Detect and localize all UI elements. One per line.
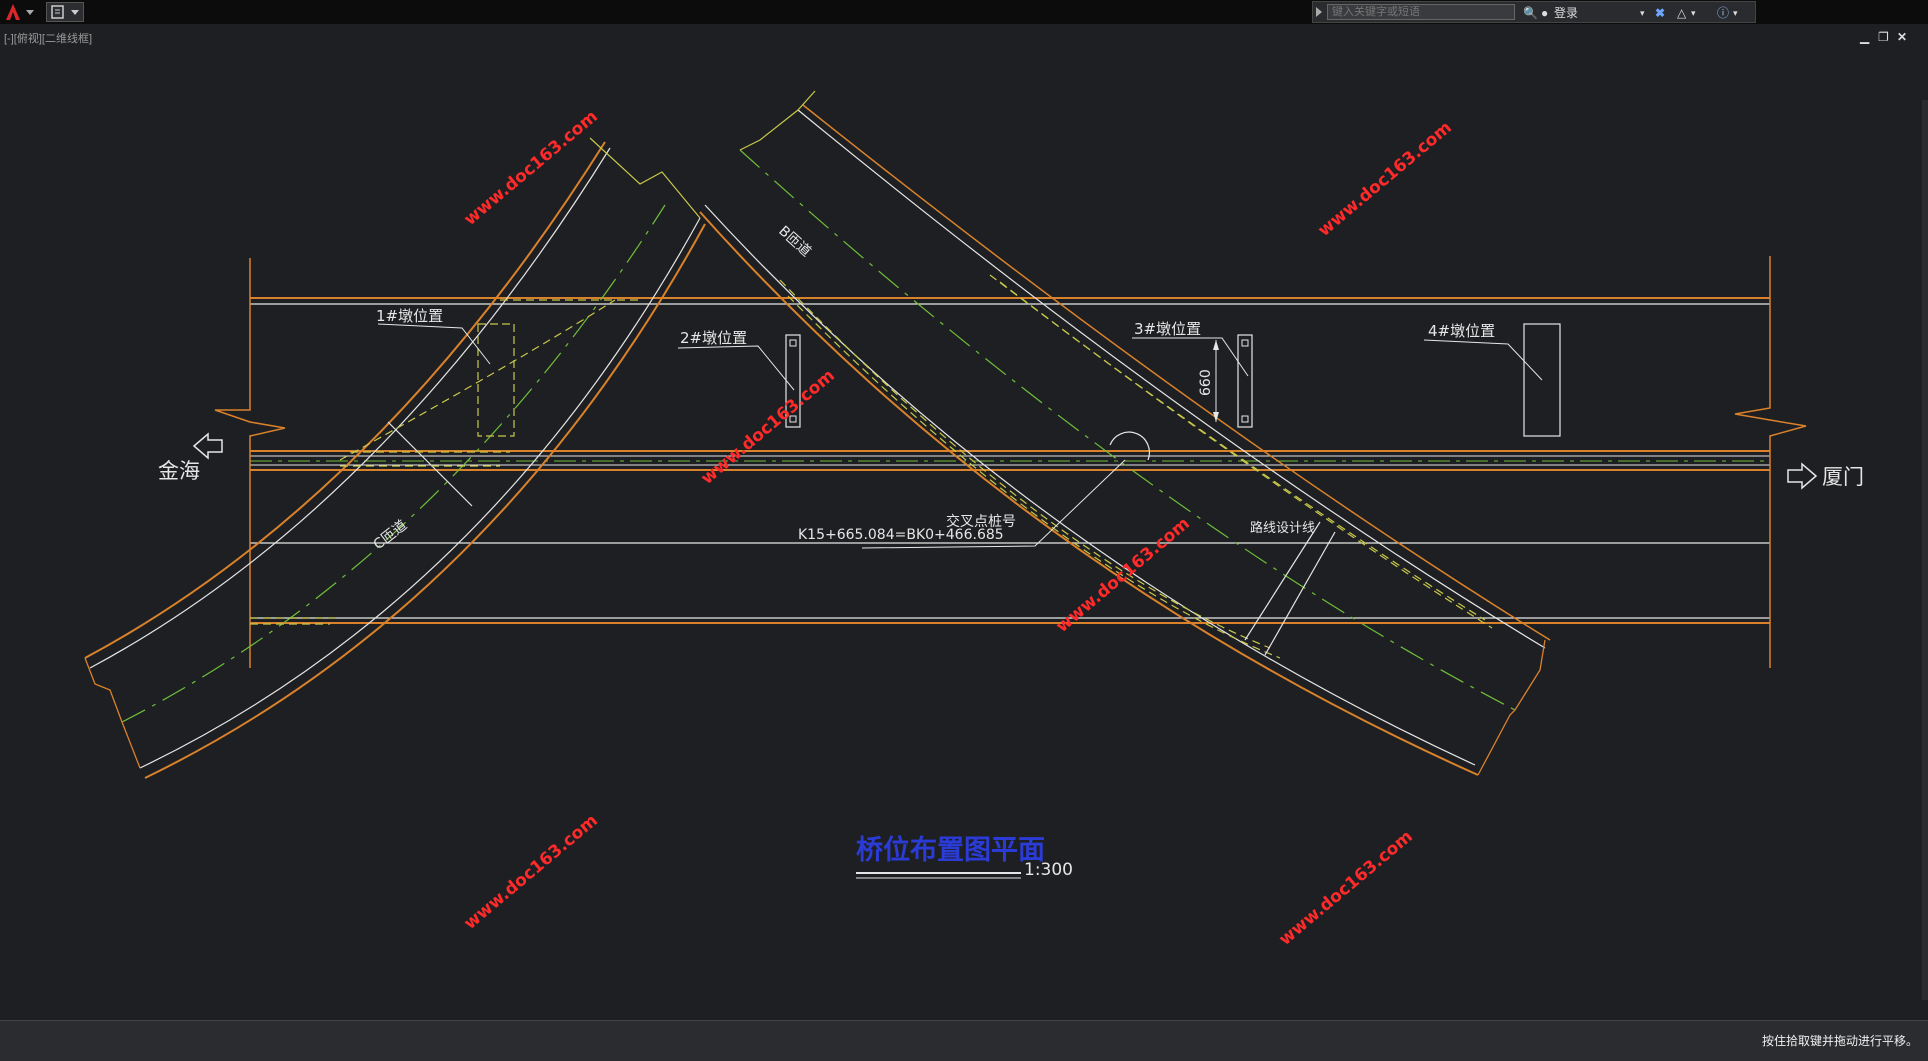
login-label[interactable]: 登录	[1554, 5, 1578, 21]
document-edit-icon	[51, 5, 79, 19]
drawing-scale: 1:300	[1024, 860, 1073, 880]
pier-3-label: 3#墩位置	[1134, 320, 1201, 338]
pier-4-label: 4#墩位置	[1428, 322, 1495, 340]
ramp-c	[84, 137, 706, 779]
pier-1	[377, 323, 515, 437]
stay-connected-icon[interactable]: △	[1677, 5, 1686, 21]
direction-right-label: 厦门	[1822, 465, 1864, 489]
autocad-logo-icon	[6, 4, 34, 20]
pier-1-label: 1#墩位置	[376, 307, 443, 325]
dropdown-arrow-icon[interactable]: ▾	[1733, 5, 1738, 21]
main-road	[214, 256, 1807, 668]
arrow-left-icon	[192, 432, 223, 460]
status-hint: 按住拾取键并拖动进行平移。	[1761, 1034, 1918, 1048]
arrow-right-icon	[1787, 462, 1818, 490]
search-input[interactable]	[1327, 4, 1515, 20]
route-line-label: 路线设计线	[1250, 520, 1315, 536]
quick-access-toolbar-button[interactable]	[46, 2, 84, 22]
pier-3	[1132, 334, 1253, 428]
pier-4	[1423, 323, 1561, 437]
dimension-660: 660	[1198, 369, 1214, 396]
title-bar: 🔍 ● 登录 ▾ ✖ △ ▾ ⓘ ▾	[0, 0, 1928, 24]
ramp-b-label: B匝道	[775, 223, 814, 260]
watermark: www.doc163.com	[1314, 118, 1455, 241]
station-label: K15+665.084=BK0+466.685	[798, 527, 1004, 543]
watermark: www.doc163.com	[460, 107, 601, 230]
watermark: www.doc163.com	[460, 811, 601, 934]
drawing-canvas[interactable]: 1#墩位置 2#墩位置 3#墩位置 4#墩位置 660 C匝道 B匝道 金海 厦…	[0, 24, 1928, 1020]
application-menu-button[interactable]	[2, 2, 42, 22]
help-icon[interactable]: ⓘ	[1717, 5, 1729, 21]
infocenter-bar: 🔍 ● 登录 ▾ ✖ △ ▾ ⓘ ▾	[1312, 1, 1756, 23]
direction-left-label: 金海	[158, 459, 200, 483]
binoculars-icon[interactable]: 🔍	[1523, 5, 1538, 21]
drawing-title: 桥位布置图平面	[856, 834, 1045, 866]
ramp-c-label: C匝道	[371, 517, 411, 553]
user-icon[interactable]: ●	[1541, 5, 1548, 21]
expand-search-icon[interactable]	[1316, 7, 1322, 17]
dropdown-arrow-icon[interactable]: ▾	[1640, 5, 1645, 21]
pier-2-label: 2#墩位置	[680, 329, 747, 347]
exchange-icon[interactable]: ✖	[1655, 5, 1665, 21]
status-bar: 按住拾取键并拖动进行平移。	[0, 1020, 1928, 1061]
dropdown-arrow-icon[interactable]: ▾	[1691, 5, 1696, 21]
ramp-b	[699, 90, 1551, 776]
vertical-scrollbar[interactable]	[1922, 100, 1928, 1000]
watermark: www.doc163.com	[1275, 827, 1416, 950]
